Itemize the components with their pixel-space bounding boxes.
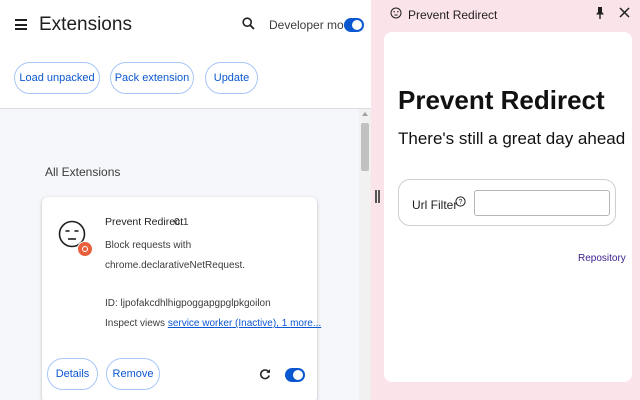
details-button[interactable]: Details bbox=[47, 358, 98, 390]
pin-icon[interactable] bbox=[594, 6, 606, 20]
app-subtitle: There's still a great day ahead bbox=[398, 129, 626, 148]
extension-card: Prevent Redirect 0.1 Block requests with… bbox=[42, 197, 321, 400]
extension-enabled-toggle[interactable] bbox=[285, 368, 305, 382]
extension-name: Prevent Redirect bbox=[105, 216, 184, 228]
inspect-views-label: Inspect views bbox=[105, 318, 168, 329]
resize-handle-icon[interactable] bbox=[375, 190, 380, 203]
svg-text:?: ? bbox=[459, 199, 463, 206]
help-circle-icon[interactable]: ? bbox=[455, 196, 466, 207]
side-panel: Prevent Redirect Prevent Redirect There'… bbox=[384, 0, 640, 400]
side-panel-title: Prevent Redirect bbox=[408, 8, 498, 22]
reload-icon[interactable] bbox=[259, 368, 271, 380]
side-panel-content: Prevent Redirect There's still a great d… bbox=[384, 32, 632, 382]
extensions-main: All Extensions Prevent Redirect 0.1 Bloc… bbox=[0, 109, 371, 400]
app-title: Prevent Redirect bbox=[398, 85, 605, 115]
menu-icon[interactable] bbox=[15, 19, 27, 30]
developer-mode-toggle[interactable] bbox=[344, 18, 364, 32]
search-icon[interactable] bbox=[242, 17, 255, 30]
extensions-page: Extensions Developer mode Load unpacked … bbox=[0, 0, 371, 400]
extensions-toolbar: Load unpacked Pack extension Update bbox=[0, 52, 371, 109]
neutral-face-icon bbox=[390, 7, 402, 19]
extensions-header: Extensions Developer mode bbox=[0, 0, 371, 52]
extension-id: ID: ljpofakcdhlhigpoggapgpglpkgoilon bbox=[105, 298, 271, 309]
page-title: Extensions bbox=[39, 14, 132, 35]
record-badge-icon bbox=[77, 241, 93, 257]
url-filter-label: Url Filter bbox=[412, 198, 458, 212]
section-title: All Extensions bbox=[45, 165, 121, 179]
pack-extension-button[interactable]: Pack extension bbox=[110, 62, 194, 94]
panel-divider bbox=[371, 0, 384, 400]
repository-link[interactable]: Repository bbox=[578, 253, 626, 264]
url-filter-box: Url Filter ? bbox=[398, 179, 616, 226]
more-views-link[interactable]: , 1 more... bbox=[276, 318, 321, 329]
close-icon[interactable] bbox=[619, 7, 630, 18]
extension-version: 0.1 bbox=[174, 216, 189, 228]
url-filter-input[interactable] bbox=[474, 190, 610, 216]
scroll-up-arrow-icon[interactable] bbox=[362, 112, 368, 116]
extension-description: Block requests with chrome.declarativeNe… bbox=[105, 240, 246, 271]
scrollbar[interactable] bbox=[359, 109, 371, 400]
inspect-views: Inspect views service worker (Inactive),… bbox=[105, 318, 321, 329]
side-panel-header: Prevent Redirect bbox=[384, 0, 640, 30]
more-views-label: 1 more... bbox=[281, 318, 322, 329]
remove-button[interactable]: Remove bbox=[106, 358, 160, 390]
scrollbar-thumb[interactable] bbox=[361, 123, 369, 171]
update-button[interactable]: Update bbox=[205, 62, 258, 94]
service-worker-link[interactable]: service worker (Inactive) bbox=[168, 318, 276, 329]
load-unpacked-button[interactable]: Load unpacked bbox=[14, 62, 100, 94]
